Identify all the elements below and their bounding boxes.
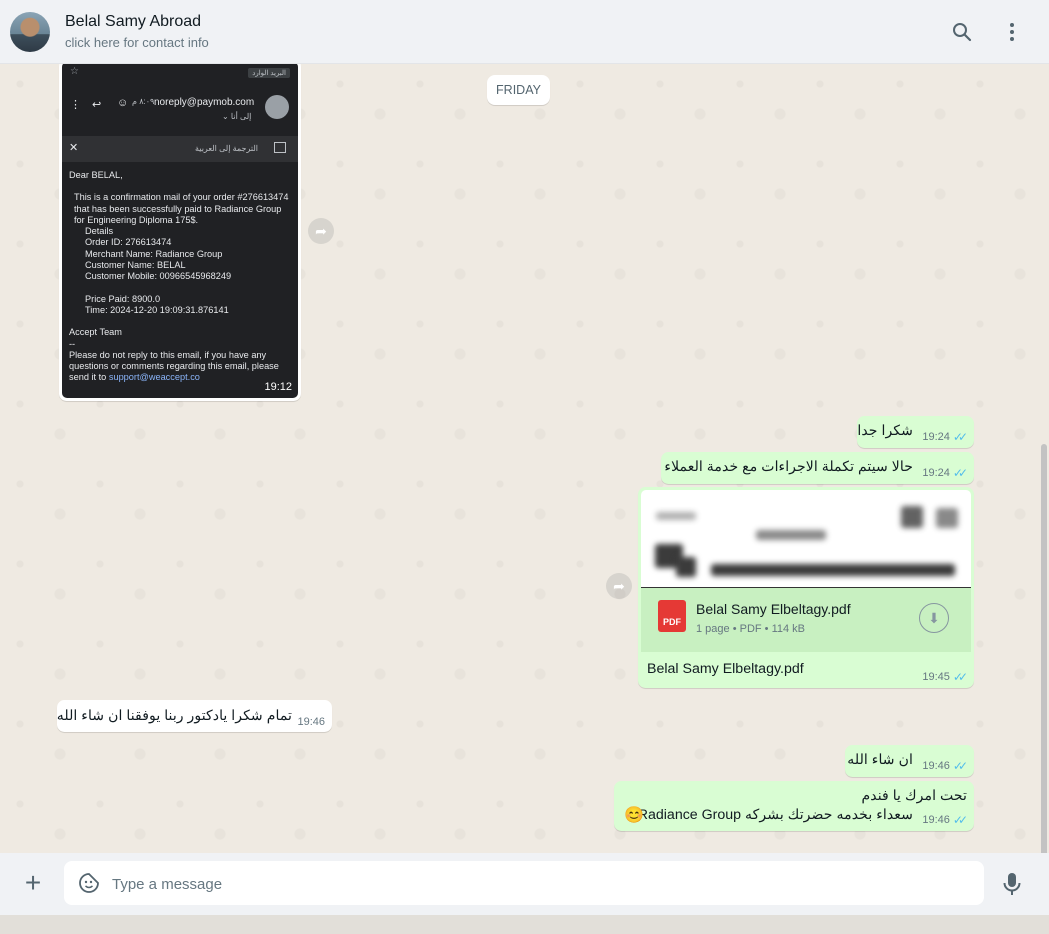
message-text-line1: تحت امرك يا فندم bbox=[861, 788, 968, 804]
email-merchant: Merchant Name: Radiance Group bbox=[85, 248, 223, 259]
pdf-file-card[interactable]: PDF Belal Samy Elbeltagy.pdf 1 page • PD… bbox=[641, 588, 971, 652]
message-meta: 19:46 bbox=[297, 716, 325, 728]
email-details-label: Details bbox=[85, 226, 114, 237]
reply-icon: ↩ bbox=[92, 99, 102, 111]
email-footer: Please do not reply to this email, if yo… bbox=[69, 350, 294, 384]
outgoing-message[interactable]: حالا سيتم تكملة الاجراءات مع خدمة العملا… bbox=[661, 452, 974, 484]
translate-label: الترجمة إلى العربية bbox=[195, 144, 258, 153]
email-greeting: Dear BELAL, bbox=[69, 170, 123, 180]
contact-avatar[interactable] bbox=[10, 12, 50, 52]
message-text: تمام شكرا يادكتور ربنا يوفقنا ان شاء الل… bbox=[56, 708, 292, 724]
sticker-icon[interactable] bbox=[78, 872, 100, 894]
email-body: Dear BELAL, This is a confirmation mail … bbox=[69, 170, 294, 384]
contact-info-hint[interactable]: click here for contact info bbox=[65, 35, 209, 50]
read-ticks-icon: ✓✓ bbox=[952, 813, 968, 827]
read-ticks-icon: ✓✓ bbox=[952, 759, 968, 773]
translate-bar bbox=[62, 136, 298, 162]
email-customer-mobile: Customer Mobile: 00966545968249 bbox=[85, 271, 232, 282]
pdf-caption: Belal Samy Elbeltagy.pdf bbox=[647, 661, 804, 677]
message-time: 19:46 bbox=[922, 814, 950, 826]
forward-icon[interactable]: ➦ bbox=[606, 573, 632, 599]
message-meta: 19:46 ✓✓ bbox=[922, 759, 968, 773]
message-text: ان شاء الله bbox=[847, 752, 913, 768]
email-folder-tag: البريد الوارد bbox=[248, 68, 290, 78]
message-input[interactable] bbox=[110, 861, 974, 907]
message-time: 19:46 bbox=[922, 760, 950, 772]
message-input-box[interactable] bbox=[64, 861, 984, 907]
read-ticks-icon: ✓✓ bbox=[952, 466, 968, 480]
email-price: Price Paid: 8900.0 bbox=[85, 293, 161, 304]
message-time: 19:46 bbox=[297, 716, 325, 728]
translate-icon bbox=[274, 142, 286, 153]
more-icon: ⋮ bbox=[70, 99, 81, 111]
message-meta: 19:45 ✓✓ bbox=[922, 670, 968, 684]
message-list[interactable]: البريد الوارد ☆ ⋮ ↩ ☺ ٨:٠٩ م noreply@pay… bbox=[0, 64, 1049, 853]
email-to: إلى أنا ⌄ bbox=[222, 112, 252, 121]
pdf-filename: Belal Samy Elbeltagy.pdf bbox=[696, 601, 851, 617]
email-support-link: support@weaccept.co bbox=[108, 372, 200, 383]
email-dashes: -- bbox=[69, 338, 76, 349]
message-time: 19:12 bbox=[264, 381, 292, 393]
message-text-line2: سعداء بخدمه حضرتك بشركه Radiance Group bbox=[637, 807, 913, 823]
emoji-icon: ☺ bbox=[117, 97, 129, 109]
menu-icon[interactable] bbox=[1000, 20, 1024, 44]
search-icon[interactable] bbox=[950, 20, 974, 44]
email-time: ٨:٠٩ م bbox=[132, 97, 155, 106]
message-time: 19:24 bbox=[922, 467, 950, 479]
message-text: شكرا جدا bbox=[857, 423, 913, 439]
pdf-meta: 1 page • PDF • 114 kB bbox=[696, 623, 806, 635]
message-time: 19:45 bbox=[922, 671, 950, 683]
email-screenshot: البريد الوارد ☆ ⋮ ↩ ☺ ٨:٠٩ م noreply@pay… bbox=[62, 64, 298, 398]
email-order-id: Order ID: 276613474 bbox=[85, 237, 172, 248]
message-meta: 19:46 ✓✓ bbox=[922, 813, 968, 827]
date-chip: FRIDAY bbox=[487, 75, 550, 105]
microphone-icon[interactable] bbox=[1000, 871, 1024, 897]
outgoing-message[interactable]: تحت امرك يا فندم سعداء بخدمه حضرتك بشركه… bbox=[614, 781, 974, 831]
forward-icon[interactable]: ➦ bbox=[308, 218, 334, 244]
download-icon[interactable]: ⬇ bbox=[919, 603, 949, 633]
sender-avatar bbox=[265, 95, 289, 119]
composer-bar: + bbox=[0, 853, 1049, 915]
window-bottom-strip bbox=[0, 915, 1049, 934]
email-customer-name: Customer Name: BELAL bbox=[85, 260, 186, 271]
email-paragraph: This is a confirmation mail of your orde… bbox=[74, 192, 289, 225]
close-icon: ✕ bbox=[69, 142, 79, 154]
chat-header: Belal Samy Abroad click here for contact… bbox=[0, 0, 1049, 64]
email-from: noreply@paymob.com bbox=[154, 97, 255, 108]
read-ticks-icon: ✓✓ bbox=[952, 430, 968, 444]
outgoing-message[interactable]: شكرا جدا 19:24 ✓✓ bbox=[857, 416, 974, 448]
pdf-icon: PDF bbox=[658, 600, 686, 632]
pdf-preview[interactable] bbox=[641, 490, 971, 588]
incoming-message[interactable]: تمام شكرا يادكتور ربنا يوفقنا ان شاء الل… bbox=[57, 700, 332, 732]
message-meta: 19:24 ✓✓ bbox=[922, 466, 968, 480]
email-team: Accept Team bbox=[69, 327, 122, 338]
outgoing-message[interactable]: ان شاء الله 19:46 ✓✓ bbox=[845, 745, 974, 777]
smile-emoji-icon: 😊 bbox=[624, 807, 644, 824]
scrollbar[interactable] bbox=[1041, 444, 1047, 853]
attach-plus-icon[interactable]: + bbox=[20, 867, 46, 898]
contact-name[interactable]: Belal Samy Abroad bbox=[65, 13, 201, 31]
message-text: حالا سيتم تكملة الاجراءات مع خدمة العملا… bbox=[664, 459, 913, 475]
star-icon: ☆ bbox=[70, 66, 79, 77]
image-message[interactable]: البريد الوارد ☆ ⋮ ↩ ☺ ٨:٠٩ م noreply@pay… bbox=[59, 64, 301, 401]
email-timestamp: Time: 2024-12-20 19:09:31.876141 bbox=[85, 304, 229, 315]
message-time: 19:24 bbox=[922, 431, 950, 443]
pdf-message[interactable]: PDF Belal Samy Elbeltagy.pdf 1 page • PD… bbox=[638, 487, 974, 688]
read-ticks-icon: ✓✓ bbox=[952, 670, 968, 684]
message-meta: 19:24 ✓✓ bbox=[922, 430, 968, 444]
